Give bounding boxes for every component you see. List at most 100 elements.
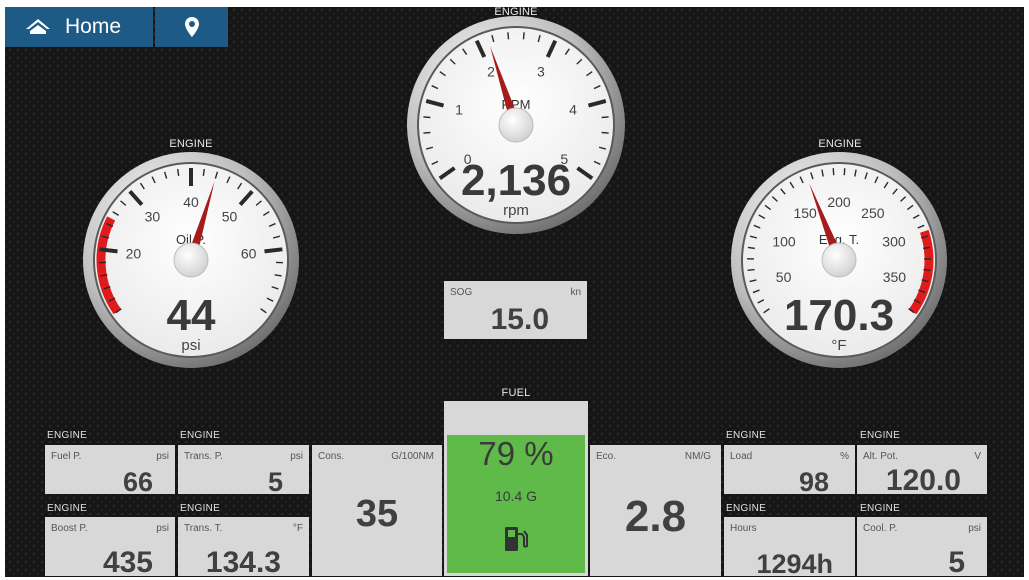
- gauge-tick-label: 50: [776, 269, 792, 285]
- consumption-tile[interactable]: Cons. G/100NM 35: [312, 445, 442, 576]
- fuel-title: FUEL: [501, 387, 531, 399]
- engine-temp-gauge[interactable]: 50100150200250300350Eng. T.170.3°F: [729, 150, 949, 370]
- fuel-p-label: Fuel P.: [51, 451, 82, 462]
- rpm-gauge[interactable]: 012345RPMx10002,136rpm: [405, 14, 627, 236]
- gauge-tick-label: 40: [183, 194, 199, 210]
- location-button[interactable]: [155, 7, 228, 47]
- hours-value: 1294h: [756, 549, 833, 579]
- fuel-p-header: ENGINE: [47, 430, 88, 441]
- fuel-p-value: 66: [122, 467, 153, 497]
- trans-t-value: 134.3: [205, 546, 281, 579]
- trans-t-unit: °F: [292, 523, 303, 534]
- gauge-unit: rpm: [503, 202, 529, 219]
- gauge-tick-label: 3: [537, 64, 545, 80]
- cons-value: 35: [355, 493, 399, 535]
- alt-pot-label: Alt. Pot.: [863, 451, 899, 462]
- trans-p-header: ENGINE: [180, 430, 221, 441]
- fuel-pressure-tile[interactable]: Fuel P. psi 66: [45, 445, 175, 497]
- oil-gauge-title: ENGINE: [169, 138, 213, 150]
- gauge-hub: [498, 107, 534, 143]
- load-tile[interactable]: Load % 98: [724, 445, 855, 496]
- cool-p-label: Cool. P.: [863, 523, 898, 534]
- trans-temp-tile[interactable]: Trans. T. °F 134.3: [178, 517, 309, 579]
- trans-t-label: Trans. T.: [184, 523, 223, 534]
- gauge-value: 44: [167, 291, 216, 340]
- gauge-tick-label: 4: [569, 102, 577, 118]
- cool-p-value: 5: [948, 546, 965, 579]
- cons-label: Cons.: [318, 451, 345, 462]
- hours-label: Hours: [730, 523, 757, 534]
- hours-tile[interactable]: Hours 1294h: [724, 517, 855, 579]
- gauge-hub: [821, 242, 857, 278]
- gauge-major-tick: [99, 247, 118, 254]
- boost-p-header: ENGINE: [47, 503, 88, 514]
- cool-pressure-tile[interactable]: Cool. P. psi 5: [857, 517, 987, 579]
- gauge-tick-label: 100: [772, 234, 796, 250]
- eco-unit: NM/G: [684, 451, 711, 462]
- gauge-hub: [173, 242, 209, 278]
- alt-pot-header: ENGINE: [860, 430, 901, 441]
- trans-p-unit: psi: [290, 451, 303, 462]
- eco-value: 2.8: [624, 492, 687, 541]
- economy-tile[interactable]: Eco. NM/G 2.8: [590, 445, 721, 576]
- fuel-percent: 79 %: [478, 435, 554, 472]
- alt-pot-value: 120.0: [885, 464, 961, 497]
- oil-pressure-gauge[interactable]: 2030405060Oil P.44psi: [81, 150, 301, 370]
- eco-label: Eco.: [596, 451, 617, 462]
- trans-pressure-tile[interactable]: Trans. P. psi 5: [178, 445, 309, 497]
- alt-pot-tile[interactable]: Alt. Pot. V 120.0: [857, 445, 987, 497]
- sog-label: SOG: [450, 287, 473, 298]
- gauge-value: 2,136: [461, 156, 571, 205]
- trans-p-label: Trans. P.: [184, 451, 223, 462]
- hours-header: ENGINE: [726, 503, 767, 514]
- gauge-unit: °F: [831, 337, 846, 354]
- gauge-minor-tick: [601, 116, 609, 119]
- fuel-tank-panel[interactable]: 79 % 10.4 G: [444, 401, 588, 576]
- gauge-minor-tick: [747, 246, 755, 250]
- trans-t-header: ENGINE: [180, 503, 221, 514]
- gauge-tick-label: 50: [222, 209, 238, 225]
- sog-unit: kn: [570, 287, 581, 298]
- gauge-minor-tick: [423, 116, 431, 119]
- gauge-minor-tick: [522, 32, 525, 40]
- load-header: ENGINE: [726, 430, 767, 441]
- location-pin-icon: [184, 17, 199, 37]
- gauge-unit: psi: [181, 337, 200, 354]
- gauge-tick-label: 1: [455, 102, 463, 118]
- gauge-minor-tick: [507, 32, 510, 40]
- gauge-value: 170.3: [784, 291, 894, 340]
- gauge-minor-tick: [923, 246, 931, 250]
- cons-unit: G/100NM: [391, 451, 434, 462]
- alt-pot-unit: V: [974, 451, 981, 462]
- home-label: Home: [65, 15, 122, 38]
- sog-tile[interactable]: SOG kn 15.0: [444, 281, 587, 339]
- fuel-gallons: 10.4 G: [494, 488, 538, 504]
- cool-p-header: ENGINE: [860, 503, 901, 514]
- boost-p-value: 435: [102, 546, 153, 579]
- gauge-minor-tick: [747, 268, 755, 271]
- gauge-tick-label: 20: [126, 245, 142, 261]
- gauge-tick-label: 350: [883, 269, 907, 285]
- egt-gauge-title: ENGINE: [818, 138, 862, 150]
- boost-pressure-tile[interactable]: Boost P. psi 435: [45, 517, 175, 579]
- boost-p-label: Boost P.: [51, 523, 88, 534]
- gauge-tick-label: 2: [487, 64, 495, 80]
- gauge-tick-label: 150: [793, 205, 817, 221]
- gauge-tick-label: 30: [145, 209, 161, 225]
- gauge-tick-label: 250: [861, 205, 885, 221]
- cool-p-unit: psi: [968, 523, 981, 534]
- gauge-tick-label: 60: [241, 245, 257, 261]
- boost-p-unit: psi: [156, 523, 169, 534]
- gauge-major-tick: [264, 247, 283, 254]
- gauge-tick-label: 200: [827, 194, 851, 210]
- right-border: [1024, 0, 1029, 580]
- home-button[interactable]: Home: [5, 7, 153, 47]
- gauge-minor-tick: [601, 131, 609, 134]
- trans-p-value: 5: [267, 467, 283, 497]
- sog-value: 15.0: [490, 303, 549, 336]
- fuel-p-unit: psi: [156, 451, 169, 462]
- load-label: Load: [730, 451, 753, 462]
- gauge-minor-tick: [423, 131, 431, 134]
- left-border: [0, 0, 5, 580]
- load-unit: %: [840, 451, 849, 462]
